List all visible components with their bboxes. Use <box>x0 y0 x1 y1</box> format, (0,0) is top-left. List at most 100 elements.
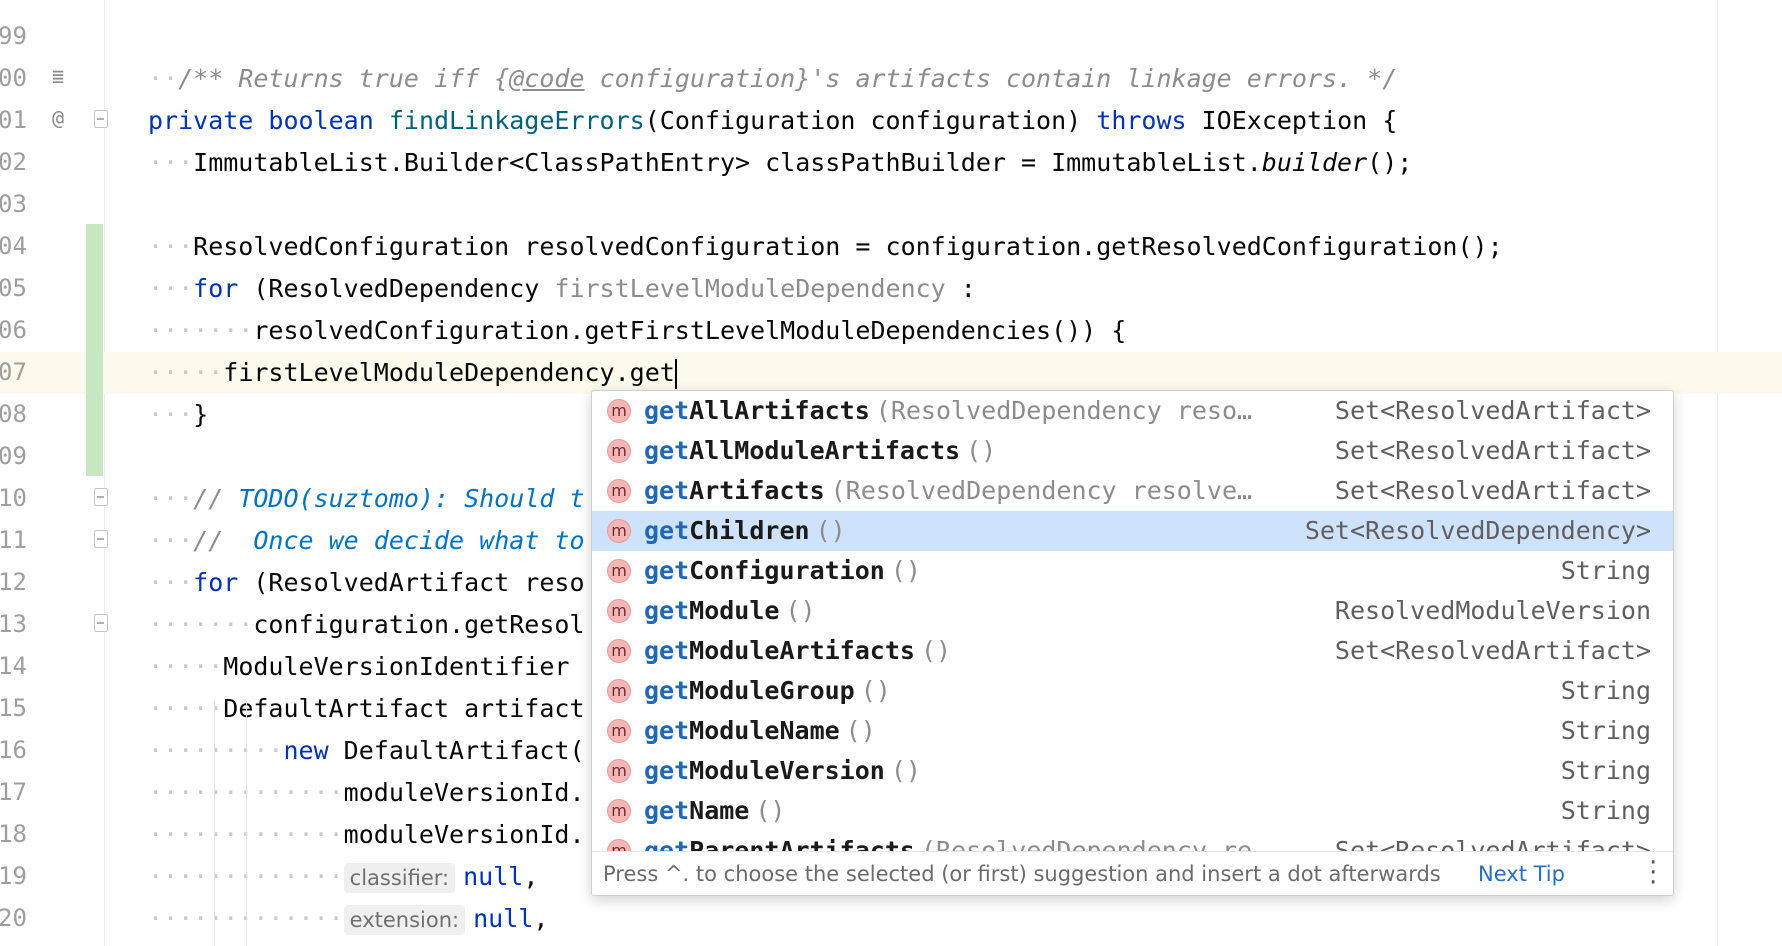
line-number[interactable]: 09 <box>0 442 38 470</box>
code-line[interactable]: 99 <box>0 16 1782 58</box>
line-number[interactable]: 02 <box>0 148 38 176</box>
vcs-change-marker[interactable] <box>86 224 103 476</box>
line-number[interactable]: 99 <box>0 22 38 50</box>
code-token: ····· <box>148 358 224 387</box>
line-number[interactable]: 07 <box>0 358 38 386</box>
completion-item[interactable]: m getAllArtifacts (ResolvedDependency reso… <box>592 391 1673 431</box>
completion-item-params: () <box>920 636 952 665</box>
fold-toggle-icon[interactable] <box>94 530 108 548</box>
completion-item-rest: ModuleVersion <box>689 756 885 785</box>
code-line[interactable]: 02 ···ImmutableList.Builder<ClassPathEntr… <box>0 142 1782 184</box>
code-token: TODO(suztomo): Should t <box>238 484 585 513</box>
line-number[interactable]: 00 <box>0 64 38 92</box>
line-number[interactable]: 01 <box>0 106 38 134</box>
completion-item[interactable]: m getModuleGroup() String <box>592 671 1673 711</box>
completion-item-match: get <box>644 636 690 665</box>
line-number[interactable]: 17 <box>0 778 38 806</box>
code-line[interactable]: 03 <box>0 184 1782 226</box>
code-token: ··· <box>148 148 194 177</box>
code-line[interactable]: 20 ············· extension: null, <box>0 898 1782 940</box>
more-vertical-icon[interactable]: · · · <box>1649 850 1657 895</box>
code-token: @code <box>509 64 585 93</box>
render-doc-icon[interactable]: ≣ <box>52 64 64 88</box>
fold-toggle-icon[interactable] <box>94 614 108 632</box>
code-token: /** Returns true iff { <box>178 64 510 93</box>
completion-item-name: getModuleName() <box>644 711 876 751</box>
completion-item-match: get <box>644 756 690 785</box>
code-text[interactable]: ··/** Returns true iff {@code configurat… <box>148 58 1397 100</box>
completion-item[interactable]: m getParentArtifacts (ResolvedDependency r… <box>592 831 1673 851</box>
line-number[interactable]: 20 <box>0 904 38 932</box>
line-number[interactable]: 12 <box>0 568 38 596</box>
code-line[interactable]: 04 ···ResolvedConfiguration resolvedConfi… <box>0 226 1782 268</box>
completion-item[interactable]: m getConfiguration() String <box>592 551 1673 591</box>
line-number[interactable]: 08 <box>0 400 38 428</box>
code-line[interactable]: 01 private boolean findLinkageErrors(Conf… <box>0 100 1782 142</box>
completion-item[interactable]: m getAllModuleArtifacts() Set<ResolvedArti… <box>592 431 1673 471</box>
code-token: ModuleVersionIdentifier <box>223 652 570 681</box>
code-text[interactable]: ···} <box>148 394 208 436</box>
line-number[interactable]: 10 <box>0 484 38 512</box>
code-token: ··· <box>148 526 194 555</box>
line-number[interactable]: 05 <box>0 274 38 302</box>
code-text[interactable]: ·····firstLevelModuleDependency.get <box>148 352 677 394</box>
code-text[interactable]: ···for (ResolvedArtifact reso <box>148 562 585 604</box>
completion-item[interactable]: m getArtifacts (ResolvedDependency resolve… <box>592 471 1673 511</box>
code-text[interactable]: ············· classifier: null, <box>148 856 538 898</box>
completion-item-type: String <box>1560 676 1651 705</box>
completion-item[interactable]: m getName() String <box>592 791 1673 831</box>
completion-item-type: String <box>1560 796 1651 825</box>
code-line[interactable]: 07 ·····firstLevelModuleDependency.get <box>0 352 1782 394</box>
line-number[interactable]: 16 <box>0 736 38 764</box>
completion-item-rest: ParentArtifacts <box>689 836 915 851</box>
code-token: configuration.getResol <box>253 610 585 639</box>
code-line[interactable]: 05 ···for (ResolvedDependency firstLevelM… <box>0 268 1782 310</box>
code-text[interactable]: ···ResolvedConfiguration resolvedConfigu… <box>148 226 1503 268</box>
completion-item-rest: AllModuleArtifacts <box>689 436 961 465</box>
code-text[interactable]: ············· extension: null, <box>148 898 548 940</box>
line-number[interactable]: 03 <box>0 190 38 218</box>
code-text[interactable]: private boolean findLinkageErrors(Config… <box>148 100 1397 142</box>
completion-list[interactable]: m getAllArtifacts (ResolvedDependency reso… <box>592 391 1673 851</box>
completion-item-rest: ModuleName <box>689 716 840 745</box>
code-text[interactable]: ·······configuration.getResol <box>148 604 585 646</box>
next-tip-link[interactable]: Next Tip <box>1478 852 1565 895</box>
indent-guide <box>214 700 215 946</box>
code-text[interactable]: ···for (ResolvedDependency firstLevelMod… <box>148 268 976 310</box>
code-text[interactable]: ···ImmutableList.Builder<ClassPathEntry>… <box>148 142 1412 184</box>
line-number[interactable]: 11 <box>0 526 38 554</box>
completion-footer: Press ^. to choose the selected (or firs… <box>592 850 1673 895</box>
code-token: , <box>533 904 549 933</box>
fold-toggle-icon[interactable] <box>94 488 108 506</box>
line-number[interactable]: 18 <box>0 820 38 848</box>
completion-item[interactable]: m getModule() ResolvedModuleVersion <box>592 591 1673 631</box>
completion-popup[interactable]: m getAllArtifacts (ResolvedDependency reso… <box>591 390 1674 896</box>
code-token: ······· <box>148 610 254 639</box>
line-number[interactable]: 15 <box>0 694 38 722</box>
code-text[interactable]: ···// TODO(suztomo): Should t <box>148 478 585 520</box>
completion-item-rest: Module <box>689 596 780 625</box>
fold-toggle-icon[interactable] <box>94 110 108 128</box>
code-token: (); <box>1367 148 1413 177</box>
method-icon: m <box>607 639 631 663</box>
code-text[interactable]: ···// Once we decide what to <box>148 520 585 562</box>
code-text[interactable]: ·······resolvedConfiguration.getFirstLev… <box>148 310 1126 352</box>
completion-item[interactable]: m getChildren() Set<ResolvedDependency> <box>592 511 1673 551</box>
line-number[interactable]: 04 <box>0 232 38 260</box>
completion-item[interactable]: m getModuleName() String <box>592 711 1673 751</box>
line-number[interactable]: 06 <box>0 316 38 344</box>
completion-item-name: getName() <box>644 791 785 831</box>
code-line[interactable]: 00 ··/** Returns true iff {@code configur… <box>0 58 1782 100</box>
line-number[interactable]: 19 <box>0 862 38 890</box>
completion-item[interactable]: m getModuleVersion() String <box>592 751 1673 791</box>
code-text[interactable]: ·····ModuleVersionIdentifier <box>148 646 569 688</box>
completion-item-params: () <box>815 516 846 545</box>
implementation-marker-icon[interactable]: @ <box>52 106 64 130</box>
completion-item[interactable]: m getModuleArtifacts() Set<ResolvedArtifac… <box>592 631 1673 671</box>
method-icon: m <box>607 759 631 783</box>
code-line[interactable]: 06 ·······resolvedConfiguration.getFirstL… <box>0 310 1782 352</box>
line-number[interactable]: 13 <box>0 610 38 638</box>
line-number[interactable]: 14 <box>0 652 38 680</box>
code-token: DefaultArtifact artifact <box>223 694 585 723</box>
